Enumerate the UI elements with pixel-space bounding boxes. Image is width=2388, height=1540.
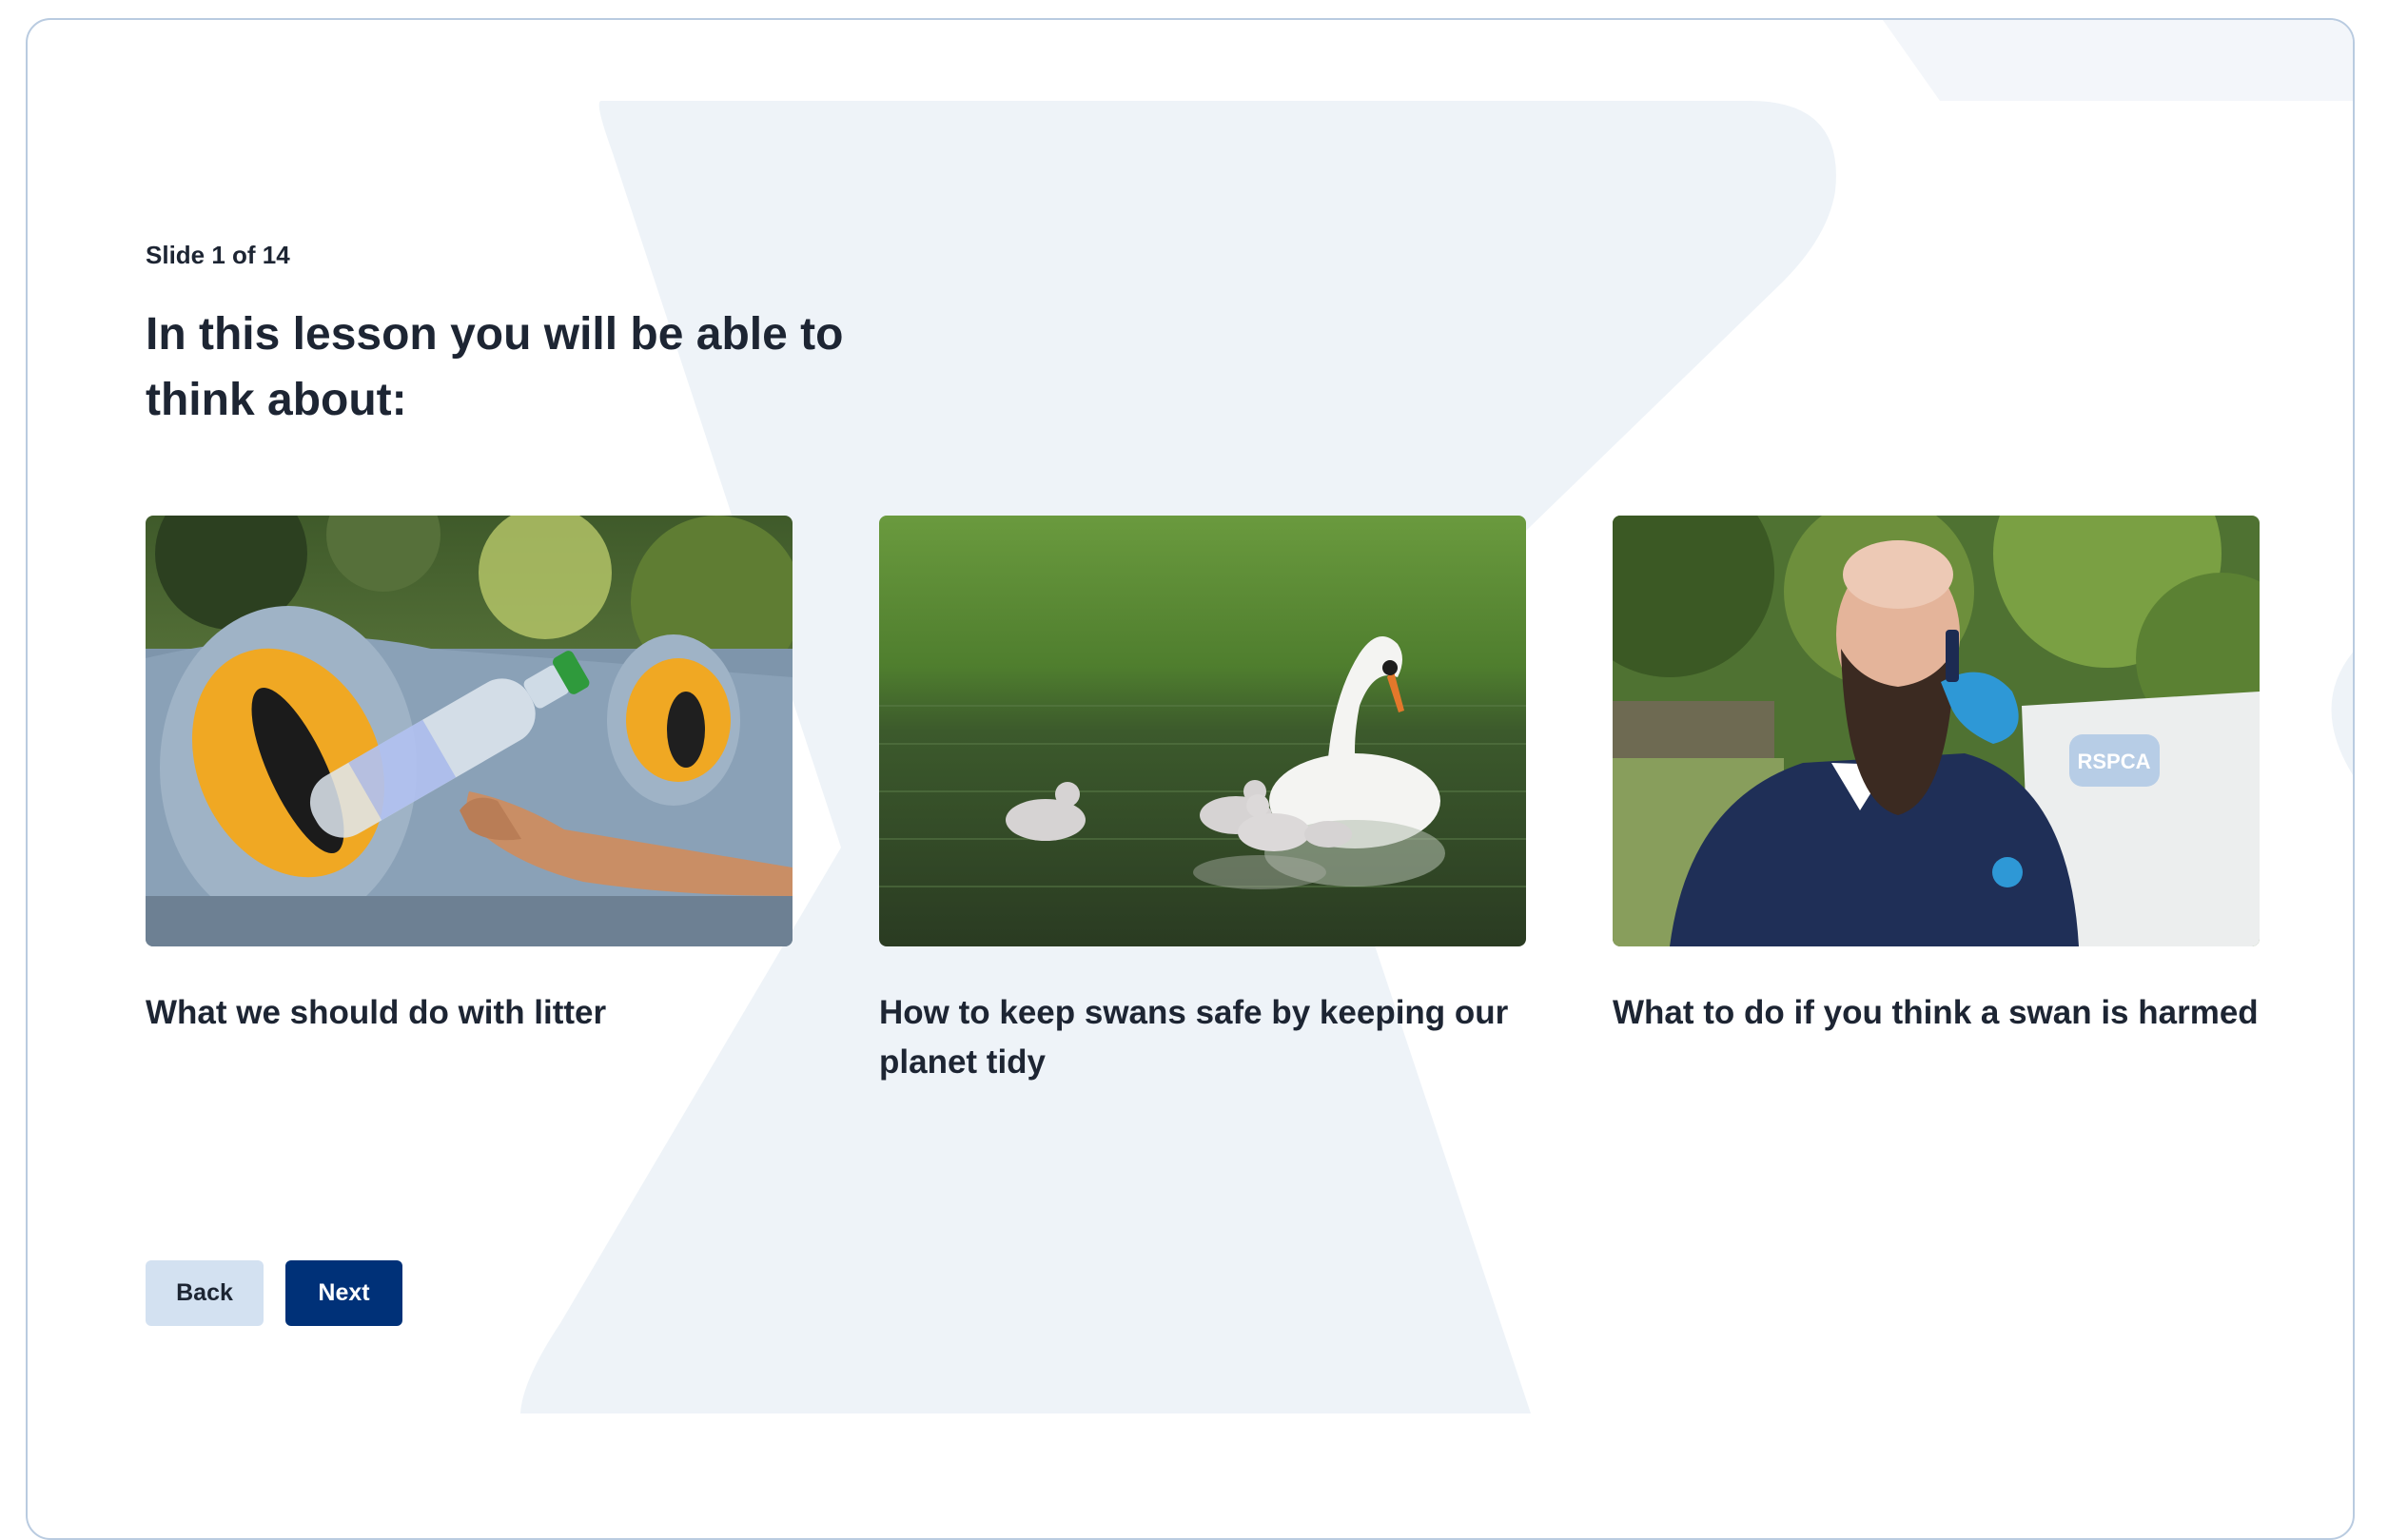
- slide-counter: Slide 1 of 14: [146, 241, 290, 269]
- lesson-card-litter: What we should do with litter: [146, 516, 793, 1038]
- svg-text:RSPCA: RSPCA: [2077, 750, 2150, 773]
- lesson-card-swans: How to keep swans safe by keeping our pl…: [879, 516, 1526, 1087]
- swan-with-cygnets-photo: [879, 516, 1526, 946]
- rspca-officer-on-phone-photo: RSPCA: [1613, 516, 2260, 946]
- recycling-bottle-photo: [146, 516, 793, 946]
- back-button[interactable]: Back: [146, 1260, 264, 1326]
- card-caption: How to keep swans safe by keeping our pl…: [879, 994, 1509, 1081]
- page-title: In this lesson you will be able to think…: [146, 309, 844, 425]
- next-button[interactable]: Next: [285, 1260, 402, 1326]
- card-caption: What we should do with litter: [146, 994, 607, 1031]
- lesson-card-harmed-swan: RSPCA What to do if you think a swan is …: [1613, 516, 2260, 1038]
- card-caption: What to do if you think a swan is harmed: [1613, 994, 2259, 1031]
- lesson-slide-frame: Slide 1 of 14 In this lesson you will be…: [26, 18, 2355, 1540]
